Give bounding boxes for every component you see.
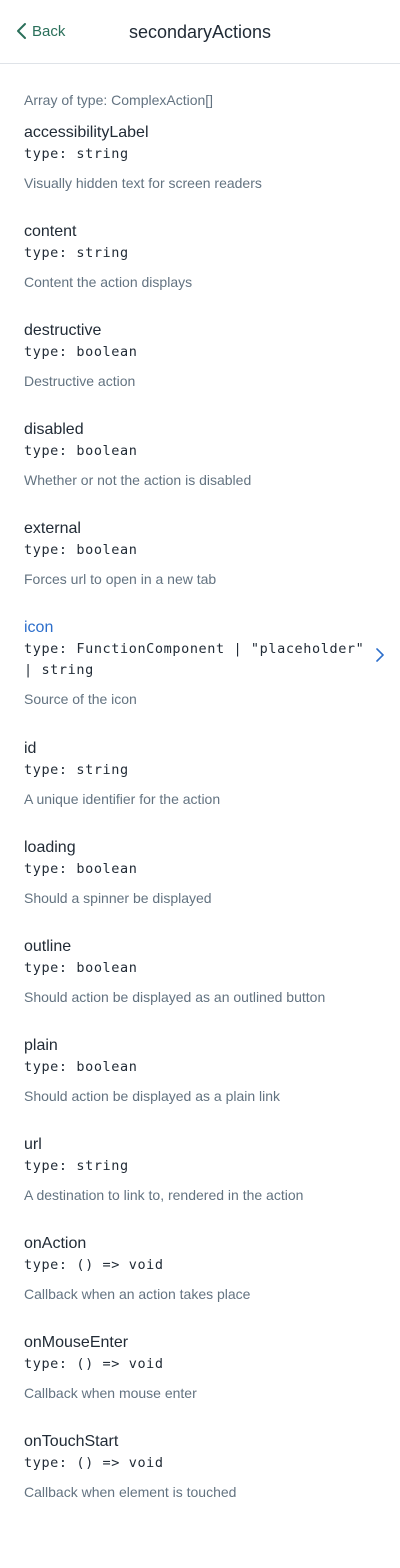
- prop-item: content type: string Content the action …: [24, 221, 376, 320]
- prop-description: Visually hidden text for screen readers: [24, 175, 262, 191]
- prop-type: type: boolean: [24, 344, 138, 360]
- prop-name: disabled: [24, 421, 84, 438]
- prop-item: onTouchStart type: () => void Callback w…: [24, 1431, 376, 1530]
- prop-name: onTouchStart: [24, 1433, 119, 1450]
- prop-item: outline type: boolean Should action be d…: [24, 936, 376, 1035]
- prop-description: Should a spinner be displayed: [24, 890, 212, 906]
- prop-description: Callback when element is touched: [24, 1484, 237, 1500]
- back-label: Back: [32, 22, 66, 40]
- prop-item: onAction type: () => void Callback when …: [24, 1233, 376, 1332]
- prop-name: outline: [24, 938, 72, 955]
- prop-item: destructive type: boolean Destructive ac…: [24, 320, 376, 419]
- prop-item: url type: string A destination to link t…: [24, 1134, 376, 1233]
- prop-description: Should action be displayed as an outline…: [24, 989, 326, 1005]
- prop-type: type: string: [24, 245, 129, 261]
- prop-name: accessibilityLabel: [24, 124, 149, 141]
- prop-item-icon[interactable]: icon type: FunctionComponent | "placehol…: [24, 617, 384, 738]
- props-list: Array of type: ComplexAction[] accessibi…: [0, 64, 400, 1530]
- top-bar: Back secondaryActions: [0, 0, 400, 64]
- prop-name: onAction: [24, 1235, 87, 1252]
- prop-description: Source of the icon: [24, 691, 137, 707]
- prop-description: A unique identifier for the action: [24, 791, 221, 807]
- prop-type: type: () => void: [24, 1257, 164, 1273]
- prop-name-link[interactable]: icon: [24, 617, 376, 639]
- prop-type: type: string: [24, 146, 129, 162]
- prop-type: type: boolean: [24, 1059, 138, 1075]
- prop-description: Forces url to open in a new tab: [24, 571, 217, 587]
- back-button[interactable]: Back: [14, 19, 65, 43]
- prop-name: destructive: [24, 322, 102, 339]
- prop-type: type: boolean: [24, 443, 138, 459]
- prop-type: type: FunctionComponent | "placeholder" …: [24, 641, 374, 678]
- prop-type: type: () => void: [24, 1455, 164, 1471]
- prop-description: Destructive action: [24, 373, 136, 389]
- prop-item: id type: string A unique identifier for …: [24, 738, 376, 837]
- prop-name: loading: [24, 839, 76, 856]
- prop-description: A destination to link to, rendered in th…: [24, 1187, 304, 1203]
- prop-item: loading type: boolean Should a spinner b…: [24, 837, 376, 936]
- prop-type: type: boolean: [24, 861, 138, 877]
- chevron-right-icon[interactable]: [372, 647, 388, 663]
- prop-item: accessibilityLabel type: string Visually…: [24, 122, 376, 221]
- prop-name: id: [24, 740, 37, 757]
- prop-name: url: [24, 1136, 42, 1153]
- prop-type: type: string: [24, 1158, 129, 1174]
- prop-item: external type: boolean Forces url to ope…: [24, 518, 376, 617]
- prop-type: type: boolean: [24, 542, 138, 558]
- prop-description: Callback when an action takes place: [24, 1286, 251, 1302]
- prop-item: disabled type: boolean Whether or not th…: [24, 419, 376, 518]
- prop-type: type: string: [24, 762, 129, 778]
- array-type-label: Array of type: ComplexAction[]: [24, 92, 214, 108]
- prop-name: content: [24, 223, 77, 240]
- prop-description: Should action be displayed as a plain li…: [24, 1088, 281, 1104]
- prop-name: external: [24, 520, 81, 537]
- prop-type: type: boolean: [24, 960, 138, 976]
- prop-description: Content the action displays: [24, 274, 193, 290]
- prop-description: Callback when mouse enter: [24, 1385, 197, 1401]
- prop-name: onMouseEnter: [24, 1334, 129, 1351]
- prop-name: plain: [24, 1037, 58, 1054]
- chevron-left-icon: [17, 23, 26, 39]
- prop-description: Whether or not the action is disabled: [24, 472, 252, 488]
- prop-type: type: () => void: [24, 1356, 164, 1372]
- prop-item: plain type: boolean Should action be dis…: [24, 1035, 376, 1134]
- prop-item: onMouseEnter type: () => void Callback w…: [24, 1332, 376, 1431]
